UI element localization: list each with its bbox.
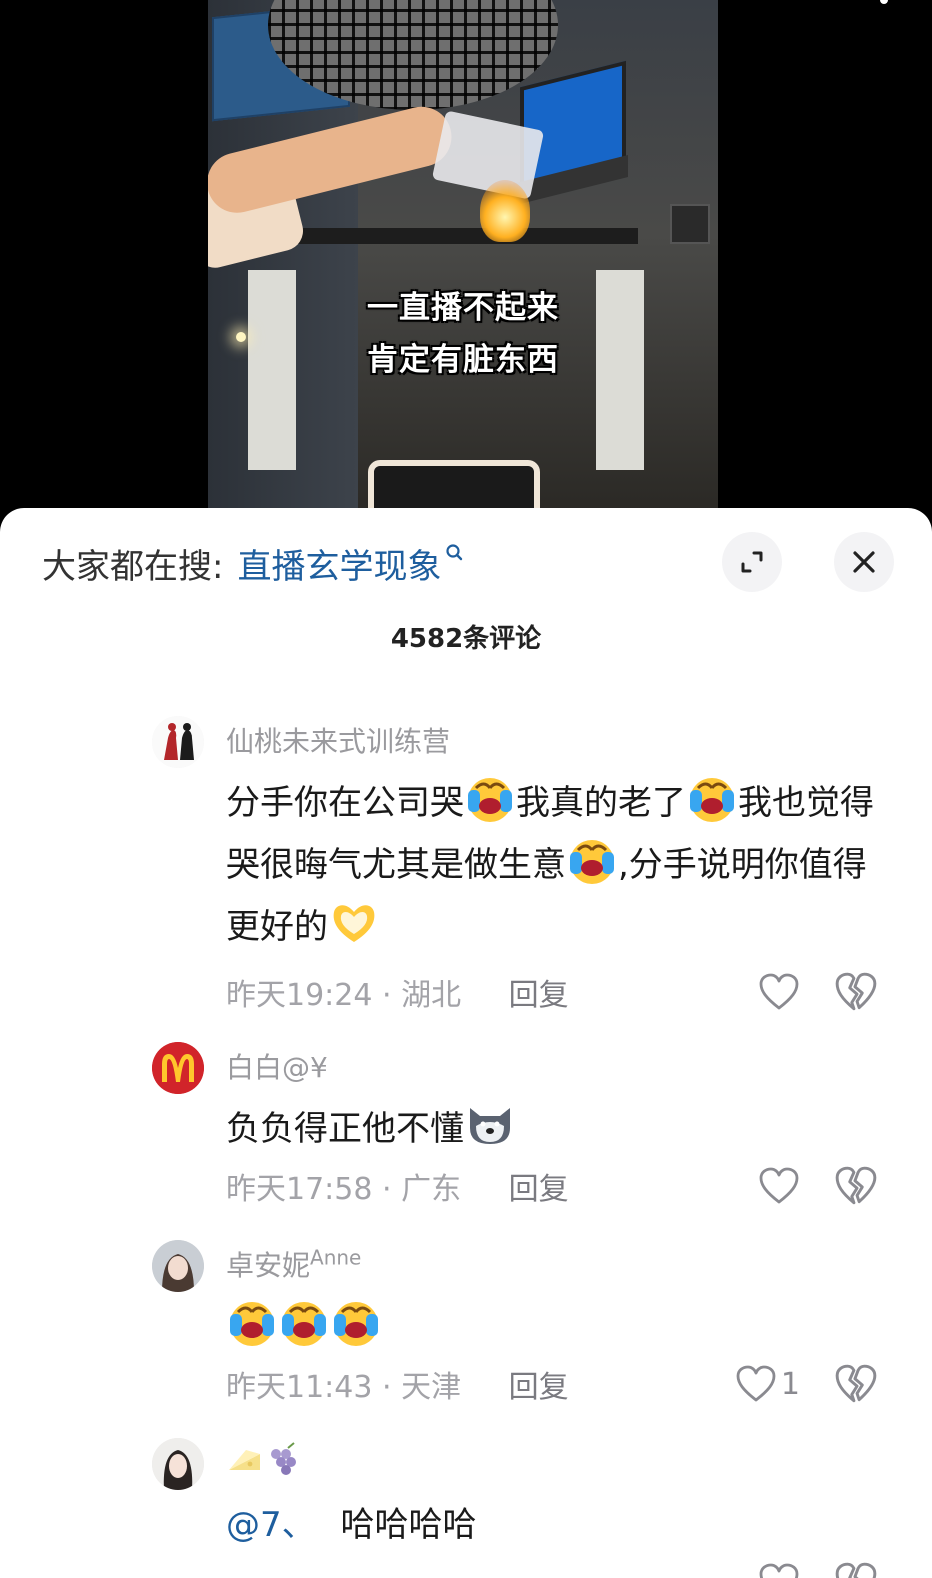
loudly-crying-emoji — [230, 1302, 274, 1346]
heart-icon — [759, 1167, 799, 1204]
avatar[interactable] — [152, 716, 204, 768]
comment-text: 分手你在公司哭 我真的老了 我也觉得哭很晦气尤其是做生意 ,分手说明你值得更好的 — [226, 772, 896, 958]
broken-heart-icon[interactable] — [834, 1362, 878, 1406]
like-button[interactable]: 1 — [710, 1362, 800, 1406]
broken-heart-icon[interactable] — [834, 1560, 878, 1578]
avatar[interactable] — [152, 1438, 204, 1490]
avatar-girl-icon — [152, 1240, 204, 1292]
comment-text-segment: 我真的老了 — [516, 783, 686, 823]
close-icon — [853, 551, 875, 573]
comment-meta: 昨天11:43 · 天津 回复 — [226, 1362, 569, 1406]
doge-emoji — [470, 1108, 510, 1144]
like-button[interactable] — [710, 1560, 800, 1578]
comment-username[interactable] — [226, 1440, 302, 1478]
like-button[interactable] — [710, 970, 800, 1014]
comment-meta: 昨天19:24 · 湖北 回复 — [226, 970, 569, 1014]
reply-button[interactable]: 回复 — [509, 978, 569, 1013]
comment-location: 广东 — [401, 1172, 462, 1207]
mcdonalds-logo-icon — [152, 1042, 204, 1094]
video-wall-socket — [670, 204, 710, 244]
comment-text-segment: 分手你在公司哭 — [226, 783, 464, 823]
meta-separator: · — [382, 1172, 392, 1207]
heart-icon — [736, 1365, 776, 1402]
video-fire — [480, 180, 530, 242]
comment-username-sup: Anne — [310, 1245, 362, 1270]
video-player[interactable]: 一直播不起来 肯定有脏东西 — [0, 0, 932, 520]
video-frame — [208, 0, 718, 520]
loudly-crying-emoji — [570, 840, 614, 884]
heart-icon — [759, 1563, 799, 1578]
expand-icon — [741, 551, 763, 573]
heart-icon — [759, 973, 799, 1010]
trending-search-term[interactable]: 直播玄学现象 — [237, 539, 441, 588]
grapes-emoji — [271, 1442, 296, 1475]
loudly-crying-emoji — [690, 778, 734, 822]
reply-button[interactable]: 回复 — [509, 1172, 569, 1207]
avatar-girl-icon — [152, 1438, 204, 1490]
heart-hands-emoji — [333, 905, 375, 942]
avatar[interactable] — [152, 1042, 204, 1094]
video-caption: 一直播不起来 肯定有脏东西 — [208, 282, 718, 386]
comment-username[interactable]: 仙桃未来式训练营 — [226, 720, 450, 760]
more-dot-icon[interactable] — [880, 0, 888, 4]
broken-heart-icon[interactable] — [834, 970, 878, 1014]
reply-button[interactable]: 回复 — [509, 1370, 569, 1405]
broken-heart-icon[interactable] — [834, 1164, 878, 1208]
cheese-emoji — [229, 1450, 260, 1470]
meta-separator: · — [382, 1370, 392, 1405]
trending-search-label: 大家都在搜: — [42, 546, 224, 587]
comment-location: 天津 — [401, 1370, 462, 1405]
comment-text — [226, 1296, 896, 1358]
avatar-figures-icon — [152, 716, 204, 768]
like-button[interactable] — [710, 1164, 800, 1208]
avatar[interactable] — [152, 1240, 204, 1292]
comment-time: 昨天17:58 — [226, 1172, 373, 1207]
loudly-crying-emoji — [282, 1302, 326, 1346]
comment-time: 昨天19:24 — [226, 978, 373, 1013]
mention-link[interactable]: @7、 — [226, 1505, 316, 1545]
video-caption-line-1: 一直播不起来 — [367, 290, 559, 326]
like-count: 1 — [780, 1366, 800, 1402]
comment-count: 4582条评论 — [390, 624, 542, 654]
comment-location: 湖北 — [401, 978, 462, 1013]
comment-text-segment: 负负得正他不懂 — [226, 1109, 464, 1149]
search-icon — [446, 544, 463, 561]
trending-search[interactable]: 大家都在搜: 直播玄学现象 — [42, 538, 463, 588]
video-caption-line-2: 肯定有脏东西 — [367, 342, 559, 378]
comment-text: 负负得正他不懂 — [226, 1098, 896, 1160]
meta-separator: · — [382, 978, 392, 1013]
comment-meta: 昨天17:58 · 广东 回复 — [226, 1164, 569, 1208]
comment-sheet: 大家都在搜: 直播玄学现象 4582条评论 仙桃未来式训练营 分手你在公司哭 我… — [0, 508, 932, 1578]
comment-username-text: 卓安妮 — [226, 1249, 311, 1282]
comment-text-segment: 哈哈哈哈 — [340, 1505, 477, 1545]
comment-username[interactable]: 卓安妮Anne — [226, 1244, 361, 1284]
loudly-crying-emoji — [334, 1302, 378, 1346]
expand-button[interactable] — [722, 532, 782, 592]
comment-text: @7、 哈哈哈哈 — [226, 1494, 896, 1556]
comment-time: 昨天11:43 — [226, 1370, 373, 1405]
comment-username[interactable]: 白白@¥ — [226, 1046, 328, 1086]
loudly-crying-emoji — [468, 778, 512, 822]
close-button[interactable] — [834, 532, 894, 592]
